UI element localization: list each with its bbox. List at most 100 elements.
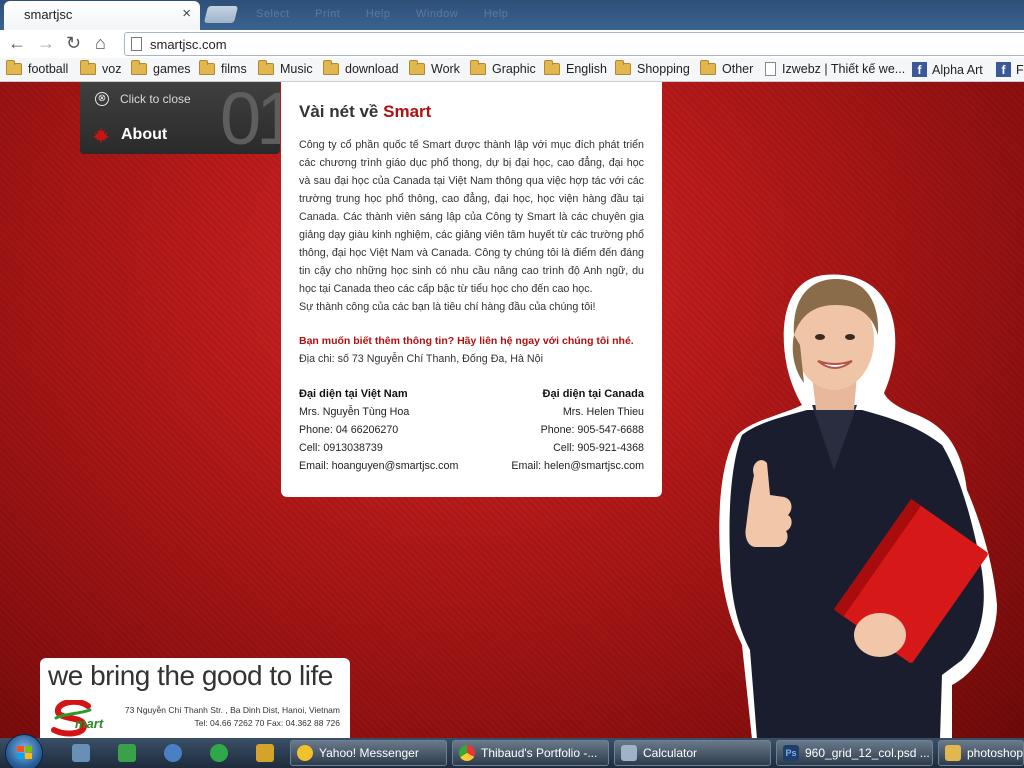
bg-menu-item: Window	[416, 8, 459, 20]
about-content-card: Vài nét về Smart Công ty cổ phần quốc tế…	[281, 82, 662, 497]
reload-icon[interactable]: ↻	[66, 34, 81, 52]
footer-tel-fax: Tel: 04.66 7262 70 Fax: 04.362 88 726	[194, 718, 340, 728]
screen: smartjsc × Select Print Help Window Help…	[0, 0, 1024, 768]
browser-tab[interactable]: smartjsc ×	[4, 1, 200, 30]
title-prefix: Vài nét về	[299, 102, 379, 121]
footer-street: 73 Nguyễn Chí Thanh Str. , Ba Dinh Dist,…	[124, 705, 340, 715]
tool-quicklaunch-icon[interactable]	[256, 744, 274, 762]
close-circle-icon: ⊗	[95, 92, 109, 106]
bookmark-work[interactable]: Work	[409, 60, 460, 76]
folder-icon	[80, 60, 96, 75]
bookmark-label: Izwebz | Thiết kế we...	[782, 62, 906, 76]
bookmark-music[interactable]: Music	[258, 60, 313, 76]
bookmark-other[interactable]: Other	[700, 60, 754, 76]
show-desktop-icon[interactable]	[72, 744, 90, 762]
windows-logo-icon	[17, 746, 32, 759]
folder-icon	[131, 60, 147, 75]
slogan: we bring the good to life	[48, 660, 333, 691]
task-label: photoshop	[967, 746, 1024, 760]
folder-icon	[945, 745, 961, 761]
ca-cell: Cell: 905-921-4368	[553, 442, 644, 454]
browser-quicklaunch-icon[interactable]	[164, 744, 182, 762]
tagline: Sự thành công của các bạn là tiêu chí hà…	[299, 301, 596, 313]
folder-icon	[700, 60, 716, 75]
taskbar-item-chrome[interactable]: Thibaud's Portfolio -...	[452, 740, 609, 766]
vn-email: Email: hoanguyen@smartjsc.com	[299, 460, 459, 472]
page-icon	[131, 37, 142, 51]
taskbar: Yahoo! Messenger Thibaud's Portfolio -..…	[0, 734, 1024, 768]
about-label: About	[121, 126, 168, 143]
bookmark-label: football	[28, 62, 69, 76]
home-icon[interactable]: ⌂	[95, 34, 106, 52]
bookmark-shopping[interactable]: Shopping	[615, 60, 690, 76]
taskbar-item-yahoo-messenger[interactable]: Yahoo! Messenger	[290, 740, 447, 766]
vietnam-representative: Đại diện tại Việt Nam Mrs. Nguyễn Tùng H…	[299, 385, 458, 475]
bookmark-label: games	[153, 62, 191, 76]
bookmark-label: download	[345, 62, 399, 76]
task-label: Thibaud's Portfolio -...	[481, 746, 598, 760]
tab-close-icon[interactable]: ×	[182, 5, 191, 22]
bookmark-label: Graphic	[492, 62, 536, 76]
bg-menu-item: Select	[256, 8, 290, 20]
canada-representative: Đại diện tại Canada Mrs. Helen Thieu Pho…	[511, 385, 644, 475]
folder-icon	[615, 60, 631, 75]
taskbar-item-calculator[interactable]: Calculator	[614, 740, 771, 766]
card-title: Vài nét về Smart	[299, 102, 644, 122]
new-tab-button[interactable]	[203, 6, 239, 23]
bookmark-label: voz	[102, 62, 122, 76]
address-bar[interactable]: smartjsc.com	[124, 32, 1024, 56]
bookmark-f[interactable]: fF	[996, 62, 1024, 77]
vn-phone: Phone: 04 66206270	[299, 424, 399, 436]
bookmark-voz[interactable]: voz	[80, 60, 122, 76]
vn-cell: Cell: 0913038739	[299, 442, 383, 454]
utorrent-icon[interactable]	[210, 744, 228, 762]
photoshop-icon: Ps	[783, 745, 799, 761]
web-page: ⊗ Click to close About 01 Vài nét về Sma…	[0, 82, 1024, 738]
bookmark-download[interactable]: download	[323, 60, 399, 76]
bookmark-graphic[interactable]: Graphic	[470, 60, 536, 76]
close-label: Click to close	[120, 92, 191, 106]
bg-menu-item: Help	[483, 8, 509, 20]
back-arrow-icon[interactable]: ←	[8, 34, 26, 52]
vn-name: Mrs. Nguyễn Tùng Hoa	[299, 406, 410, 418]
ca-name: Mrs. Helen Thieu	[562, 406, 644, 418]
browser-toolbar: ← → ↻ ⌂ smartjsc.com	[0, 30, 1024, 58]
representatives: Đại diện tại Việt Nam Mrs. Nguyễn Tùng H…	[299, 385, 644, 475]
bookmark-label: films	[221, 62, 247, 76]
facebook-icon: f	[996, 62, 1011, 77]
forward-arrow-icon[interactable]: →	[37, 34, 55, 52]
bookmark-films[interactable]: films	[199, 60, 247, 76]
folder-icon	[409, 60, 425, 75]
folder-icon	[323, 60, 339, 75]
tab-title: smartjsc	[24, 7, 73, 22]
facebook-icon: f	[912, 62, 927, 77]
ca-email: Email: helen@smartjsc.com	[511, 460, 644, 472]
bookmark-izwebz[interactable]: Izwebz | Thiết kế we...	[765, 62, 905, 76]
url-text: smartjsc.com	[150, 37, 227, 52]
folder-icon	[470, 60, 486, 75]
bg-menu-item: Print	[315, 8, 341, 20]
messenger-quicklaunch-icon[interactable]	[118, 744, 136, 762]
taskbar-item-photoshop-file[interactable]: Ps 960_grid_12_col.psd ...	[776, 740, 933, 766]
bookmark-english[interactable]: English	[544, 60, 607, 76]
click-to-close-button[interactable]: ⊗ Click to close	[95, 92, 191, 106]
bookmark-label: Work	[431, 62, 460, 76]
about-nav-item[interactable]: About	[92, 126, 167, 144]
bookmark-games[interactable]: games	[131, 60, 191, 76]
address-line: Địa chi: số 73 Nguyễn Chí Thanh, Đống Đa…	[299, 353, 543, 365]
folder-icon	[544, 60, 560, 75]
bookmark-alpha-art[interactable]: f Alpha Art	[912, 62, 983, 77]
start-button[interactable]	[5, 734, 43, 768]
taskbar-item-photoshop-folder[interactable]: photoshop	[938, 740, 1024, 766]
businesswoman-illustration	[719, 274, 997, 738]
task-label: Calculator	[643, 746, 698, 760]
bookmarks-bar: football voz games films Music download …	[0, 58, 1024, 82]
bookmark-football[interactable]: football	[6, 60, 69, 76]
ca-heading: Đại diện tại Canada	[542, 388, 644, 400]
bookmark-label: F	[1016, 62, 1024, 77]
ca-phone: Phone: 905-547-6688	[540, 424, 644, 436]
bookmark-label: Alpha Art	[932, 62, 983, 77]
bookmark-label: Other	[722, 62, 754, 76]
bookmark-label: English	[566, 62, 607, 76]
folder-icon	[6, 60, 22, 75]
